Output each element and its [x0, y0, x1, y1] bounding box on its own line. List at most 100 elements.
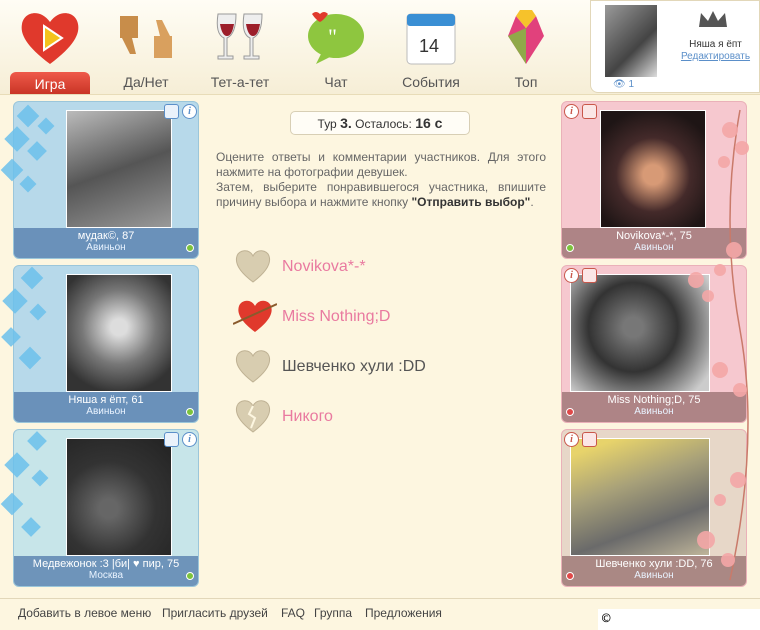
nav-tab-top[interactable]: Топ: [476, 0, 576, 95]
participant-photo[interactable]: [66, 110, 172, 228]
round-prefix: Тур: [317, 117, 337, 131]
participant-caption: Няша я ёпт, 61 Авиньон: [14, 392, 198, 422]
offline-status-dot: [566, 408, 574, 416]
gift-icon[interactable]: [582, 432, 597, 447]
participant-card[interactable]: i Miss Nothing;D, 75 Авиньон: [561, 265, 747, 423]
heart-icon: [235, 350, 271, 383]
participant-card[interactable]: i Медвежонок :3 |би| ♥ пир, 75 Москва: [13, 429, 199, 587]
nav-tab-yes-no[interactable]: Да/Нет: [96, 0, 196, 95]
participant-city: Авиньон: [86, 242, 126, 253]
footer-link-invite[interactable]: Пригласить друзей: [162, 606, 268, 620]
nav-tab-tete-a-tete[interactable]: Тет-а-тет: [190, 0, 290, 95]
participant-photo[interactable]: [600, 110, 706, 228]
participant-name: мудак©, 87: [77, 230, 135, 242]
choice-label: Шевченко хули :DD: [282, 358, 426, 375]
views-count: 1: [628, 79, 635, 90]
participant-name: Медвежонок :3 |би| ♥ пир, 75: [32, 558, 180, 570]
participant-city: Авиньон: [634, 242, 674, 253]
round-timer: Тур 3. Осталось: 16 с: [290, 111, 470, 135]
calendar-day: 14: [419, 36, 439, 56]
participant-photo[interactable]: [570, 274, 710, 392]
nav-tab-label: Топ: [514, 74, 538, 90]
gift-icon[interactable]: [582, 104, 597, 119]
participant-caption: Шевченко хули :DD, 76 Авиньон: [562, 556, 746, 586]
info-icon[interactable]: i: [564, 432, 579, 447]
choice-option[interactable]: Miss Nothing;D: [233, 298, 523, 338]
participant-city: Авиньон: [634, 406, 674, 417]
svg-text:": ": [328, 24, 337, 49]
participant-card[interactable]: Няша я ёпт, 61 Авиньон: [13, 265, 199, 423]
nav-tab-label: Тет-а-тет: [210, 74, 270, 90]
broken-heart-icon: [235, 400, 271, 433]
nav-tab-label: Чат: [324, 74, 348, 90]
participant-city: Авиньон: [634, 570, 674, 581]
participant-card[interactable]: i Шевченко хули :DD, 76 Авиньон: [561, 429, 747, 587]
info-icon[interactable]: i: [564, 268, 579, 283]
footer-link-add-menu[interactable]: Добавить в левое меню: [18, 606, 151, 620]
participant-photo[interactable]: [570, 438, 710, 556]
crown-icon: [699, 11, 727, 27]
send-choice-label: "Отправить выбор": [411, 195, 531, 209]
gift-top-icon: [508, 10, 544, 64]
profile-box: Няша я ёпт Редактировать 👁 1: [590, 0, 760, 93]
wine-glasses-icon: [216, 13, 263, 60]
nav-tab-events[interactable]: 14 События: [381, 0, 481, 95]
info-icon[interactable]: i: [182, 432, 197, 447]
instructions-line2: Затем, выберите понравившегося участника…: [216, 180, 546, 209]
nav-tab-label: Игра: [34, 76, 66, 92]
participant-name: Miss Nothing;D, 75: [607, 394, 701, 406]
participant-photo[interactable]: [66, 274, 172, 392]
choice-label: Никого: [282, 408, 333, 425]
online-status-dot: [186, 244, 194, 252]
footer-link-faq[interactable]: FAQ: [281, 606, 305, 620]
participant-city: Москва: [88, 570, 124, 581]
nav-tab-game[interactable]: Игра: [10, 0, 90, 95]
info-icon[interactable]: i: [182, 104, 197, 119]
participant-name: Няша я ёпт, 61: [68, 394, 144, 406]
choice-option[interactable]: Novikova*-*: [233, 248, 523, 288]
footer-link-group[interactable]: Группа: [314, 606, 352, 620]
remaining-label: Осталось:: [355, 117, 412, 131]
online-status-dot: [566, 244, 574, 252]
participant-name: Novikova*-*, 75: [616, 230, 692, 242]
footer-link-suggestions[interactable]: Предложения: [365, 606, 442, 620]
participant-card[interactable]: i Novikova*-*, 75 Авиньон: [561, 101, 747, 259]
choice-option[interactable]: Никого: [233, 398, 523, 438]
online-status-dot: [186, 572, 194, 580]
nav-tab-label: События: [402, 74, 460, 90]
participant-caption: Медвежонок :3 |би| ♥ пир, 75 Москва: [14, 556, 198, 586]
arrow-heart-icon: [233, 300, 277, 332]
gift-icon[interactable]: [582, 268, 597, 283]
thumbs-icon: [120, 16, 172, 58]
round-number: 3.: [340, 115, 352, 131]
participant-caption: Miss Nothing;D, 75 Авиньон: [562, 392, 746, 422]
nav-tab-label: Да/Нет: [123, 74, 169, 90]
nav-tab-chat[interactable]: " Чат: [286, 0, 386, 95]
offline-status-dot: [566, 572, 574, 580]
heart-icon: [235, 250, 271, 283]
calendar-icon: 14: [406, 13, 456, 65]
copyright-watermark: © love.vkontakte.ru: [598, 609, 760, 630]
chat-bubble-icon: ": [308, 12, 364, 64]
remaining-seconds: 16 с: [415, 115, 443, 131]
participant-photo[interactable]: [66, 438, 172, 556]
edit-profile-link[interactable]: Редактировать: [673, 51, 758, 62]
heart-play-icon: [21, 13, 79, 64]
choice-option[interactable]: Шевченко хули :DD: [233, 348, 523, 388]
info-icon[interactable]: i: [564, 104, 579, 119]
participant-card[interactable]: i мудак©, 87 Авиньон: [13, 101, 199, 259]
participant-caption: мудак©, 87 Авиньон: [14, 228, 198, 258]
gift-icon[interactable]: [164, 104, 179, 119]
participant-name: Шевченко хули :DD, 76: [595, 558, 713, 570]
participant-city: Авиньон: [86, 406, 126, 417]
online-status-dot: [186, 408, 194, 416]
choice-label: Miss Nothing;D: [282, 308, 391, 325]
participant-caption: Novikova*-*, 75 Авиньон: [562, 228, 746, 258]
instructions: Оцените ответы и комментарии участников.…: [216, 150, 546, 210]
views-counter: 👁 1: [613, 79, 634, 90]
instructions-line1: Оцените ответы и комментарии участников.…: [216, 150, 546, 179]
gift-icon[interactable]: [164, 432, 179, 447]
profile-avatar[interactable]: [605, 5, 657, 77]
profile-name: Няша я ёпт: [689, 39, 742, 50]
eye-icon: 👁: [613, 79, 626, 90]
